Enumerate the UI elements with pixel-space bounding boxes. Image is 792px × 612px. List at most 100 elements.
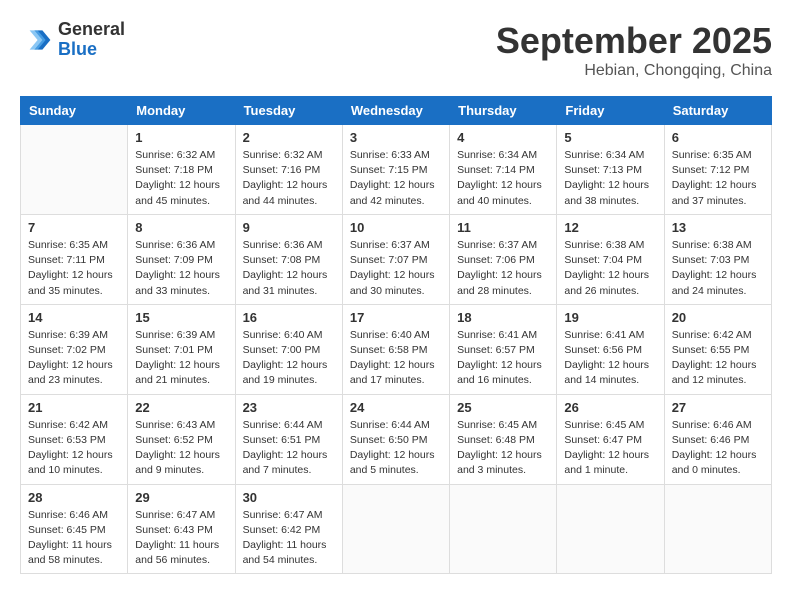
page-header: General Blue September 2025 Hebian, Chon… — [20, 20, 772, 80]
title-block: September 2025 Hebian, Chongqing, China — [496, 20, 772, 80]
day-info: Sunrise: 6:44 AMSunset: 6:50 PMDaylight:… — [350, 418, 442, 479]
day-number: 17 — [350, 310, 442, 325]
day-number: 14 — [28, 310, 120, 325]
day-info: Sunrise: 6:42 AMSunset: 6:53 PMDaylight:… — [28, 418, 120, 479]
calendar-cell: 19 Sunrise: 6:41 AMSunset: 6:56 PMDayligh… — [557, 304, 664, 394]
calendar-cell: 9 Sunrise: 6:36 AMSunset: 7:08 PMDaylight… — [235, 214, 342, 304]
logo-icon — [20, 24, 52, 56]
calendar-cell: 8Sunrise: 6:36 AMSunset: 7:09 PMDaylight… — [128, 214, 235, 304]
calendar-cell: 24 Sunrise: 6:44 AMSunset: 6:50 PMDayligh… — [342, 394, 449, 484]
day-number: 23 — [243, 400, 335, 415]
day-info: Sunrise: 6:38 AMSunset: 7:03 PMDaylight:… — [672, 238, 764, 299]
day-info: Sunrise: 6:35 AMSunset: 7:12 PMDaylight:… — [672, 148, 764, 209]
day-info: Sunrise: 6:34 AMSunset: 7:13 PMDaylight:… — [564, 148, 656, 209]
calendar-cell: 12 Sunrise: 6:38 AMSunset: 7:04 PMDayligh… — [557, 214, 664, 304]
day-info: Sunrise: 6:41 AMSunset: 6:56 PMDaylight:… — [564, 328, 656, 389]
calendar-cell: 27Sunrise: 6:46 AMSunset: 6:46 PMDayligh… — [664, 394, 771, 484]
day-number: 7 — [28, 220, 120, 235]
calendar-cell: 17 Sunrise: 6:40 AMSunset: 6:58 PMDayligh… — [342, 304, 449, 394]
calendar-cell: 4 Sunrise: 6:34 AMSunset: 7:14 PMDaylight… — [450, 125, 557, 215]
day-number: 16 — [243, 310, 335, 325]
day-number: 29 — [135, 490, 227, 505]
day-info: Sunrise: 6:32 AMSunset: 7:16 PMDaylight:… — [243, 148, 335, 209]
logo: General Blue — [20, 20, 125, 60]
day-info: Sunrise: 6:37 AMSunset: 7:06 PMDaylight:… — [457, 238, 549, 299]
day-number: 4 — [457, 130, 549, 145]
day-number: 20 — [672, 310, 764, 325]
day-info: Sunrise: 6:42 AMSunset: 6:55 PMDaylight:… — [672, 328, 764, 389]
location-title: Hebian, Chongqing, China — [496, 62, 772, 80]
calendar-cell: 25Sunrise: 6:45 AMSunset: 6:48 PMDayligh… — [450, 394, 557, 484]
calendar-cell: 26Sunrise: 6:45 AMSunset: 6:47 PMDayligh… — [557, 394, 664, 484]
day-header-thursday: Thursday — [450, 97, 557, 125]
calendar-cell: 23Sunrise: 6:44 AMSunset: 6:51 PMDayligh… — [235, 394, 342, 484]
day-number: 21 — [28, 400, 120, 415]
day-number: 27 — [672, 400, 764, 415]
calendar-cell: 16 Sunrise: 6:40 AMSunset: 7:00 PMDayligh… — [235, 304, 342, 394]
calendar-cell: 7 Sunrise: 6:35 AMSunset: 7:11 PMDaylight… — [21, 214, 128, 304]
calendar-cell — [557, 484, 664, 574]
day-number: 8 — [135, 220, 227, 235]
day-info: Sunrise: 6:40 AMSunset: 7:00 PMDaylight:… — [243, 328, 335, 389]
day-number: 15 — [135, 310, 227, 325]
calendar-cell: 14 Sunrise: 6:39 AMSunset: 7:02 PMDayligh… — [21, 304, 128, 394]
calendar-cell: 29 Sunrise: 6:47 AMSunset: 6:43 PMDayligh… — [128, 484, 235, 574]
day-info: Sunrise: 6:39 AMSunset: 7:02 PMDaylight:… — [28, 328, 120, 389]
calendar-header-row: SundayMondayTuesdayWednesdayThursdayFrid… — [21, 97, 772, 125]
day-info: Sunrise: 6:39 AMSunset: 7:01 PMDaylight:… — [135, 328, 227, 389]
day-number: 9 — [243, 220, 335, 235]
day-number: 19 — [564, 310, 656, 325]
week-row-2: 7 Sunrise: 6:35 AMSunset: 7:11 PMDaylight… — [21, 214, 772, 304]
calendar-cell: 21 Sunrise: 6:42 AMSunset: 6:53 PMDayligh… — [21, 394, 128, 484]
day-number: 6 — [672, 130, 764, 145]
week-row-3: 14 Sunrise: 6:39 AMSunset: 7:02 PMDayligh… — [21, 304, 772, 394]
day-info: Sunrise: 6:41 AMSunset: 6:57 PMDaylight:… — [457, 328, 549, 389]
calendar-cell: 6 Sunrise: 6:35 AMSunset: 7:12 PMDaylight… — [664, 125, 771, 215]
day-info: Sunrise: 6:38 AMSunset: 7:04 PMDaylight:… — [564, 238, 656, 299]
day-info: Sunrise: 6:40 AMSunset: 6:58 PMDaylight:… — [350, 328, 442, 389]
day-number: 22 — [135, 400, 227, 415]
day-header-monday: Monday — [128, 97, 235, 125]
day-info: Sunrise: 6:35 AMSunset: 7:11 PMDaylight:… — [28, 238, 120, 299]
calendar-cell: 5 Sunrise: 6:34 AMSunset: 7:13 PMDaylight… — [557, 125, 664, 215]
day-header-sunday: Sunday — [21, 97, 128, 125]
month-title: September 2025 — [496, 20, 772, 62]
day-number: 30 — [243, 490, 335, 505]
calendar-cell — [342, 484, 449, 574]
day-header-wednesday: Wednesday — [342, 97, 449, 125]
day-info: Sunrise: 6:47 AMSunset: 6:43 PMDaylight:… — [135, 508, 227, 569]
calendar-cell: 30 Sunrise: 6:47 AMSunset: 6:42 PMDayligh… — [235, 484, 342, 574]
calendar-cell: 28Sunrise: 6:46 AMSunset: 6:45 PMDayligh… — [21, 484, 128, 574]
calendar-cell: 15 Sunrise: 6:39 AMSunset: 7:01 PMDayligh… — [128, 304, 235, 394]
day-info: Sunrise: 6:37 AMSunset: 7:07 PMDaylight:… — [350, 238, 442, 299]
calendar-cell: 2 Sunrise: 6:32 AMSunset: 7:16 PMDaylight… — [235, 125, 342, 215]
day-number: 18 — [457, 310, 549, 325]
calendar-cell: 13Sunrise: 6:38 AMSunset: 7:03 PMDayligh… — [664, 214, 771, 304]
day-number: 24 — [350, 400, 442, 415]
day-number: 5 — [564, 130, 656, 145]
day-header-friday: Friday — [557, 97, 664, 125]
day-header-tuesday: Tuesday — [235, 97, 342, 125]
calendar-cell: 20 Sunrise: 6:42 AMSunset: 6:55 PMDayligh… — [664, 304, 771, 394]
day-number: 3 — [350, 130, 442, 145]
day-info: Sunrise: 6:43 AMSunset: 6:52 PMDaylight:… — [135, 418, 227, 479]
calendar-table: SundayMondayTuesdayWednesdayThursdayFrid… — [20, 96, 772, 574]
day-number: 11 — [457, 220, 549, 235]
calendar-cell: 18 Sunrise: 6:41 AMSunset: 6:57 PMDayligh… — [450, 304, 557, 394]
day-info: Sunrise: 6:33 AMSunset: 7:15 PMDaylight:… — [350, 148, 442, 209]
calendar-cell — [450, 484, 557, 574]
day-info: Sunrise: 6:36 AMSunset: 7:08 PMDaylight:… — [243, 238, 335, 299]
day-info: Sunrise: 6:47 AMSunset: 6:42 PMDaylight:… — [243, 508, 335, 569]
week-row-4: 21 Sunrise: 6:42 AMSunset: 6:53 PMDayligh… — [21, 394, 772, 484]
day-number: 12 — [564, 220, 656, 235]
day-number: 2 — [243, 130, 335, 145]
calendar-cell: 22 Sunrise: 6:43 AMSunset: 6:52 PMDayligh… — [128, 394, 235, 484]
day-header-saturday: Saturday — [664, 97, 771, 125]
calendar-cell: 1Sunrise: 6:32 AMSunset: 7:18 PMDaylight… — [128, 125, 235, 215]
logo-blue-text: Blue — [58, 40, 125, 60]
day-info: Sunrise: 6:46 AMSunset: 6:45 PMDaylight:… — [28, 508, 120, 569]
calendar-cell: 3 Sunrise: 6:33 AMSunset: 7:15 PMDaylight… — [342, 125, 449, 215]
day-info: Sunrise: 6:32 AMSunset: 7:18 PMDaylight:… — [135, 148, 227, 209]
logo-general-text: General — [58, 20, 125, 40]
day-info: Sunrise: 6:34 AMSunset: 7:14 PMDaylight:… — [457, 148, 549, 209]
